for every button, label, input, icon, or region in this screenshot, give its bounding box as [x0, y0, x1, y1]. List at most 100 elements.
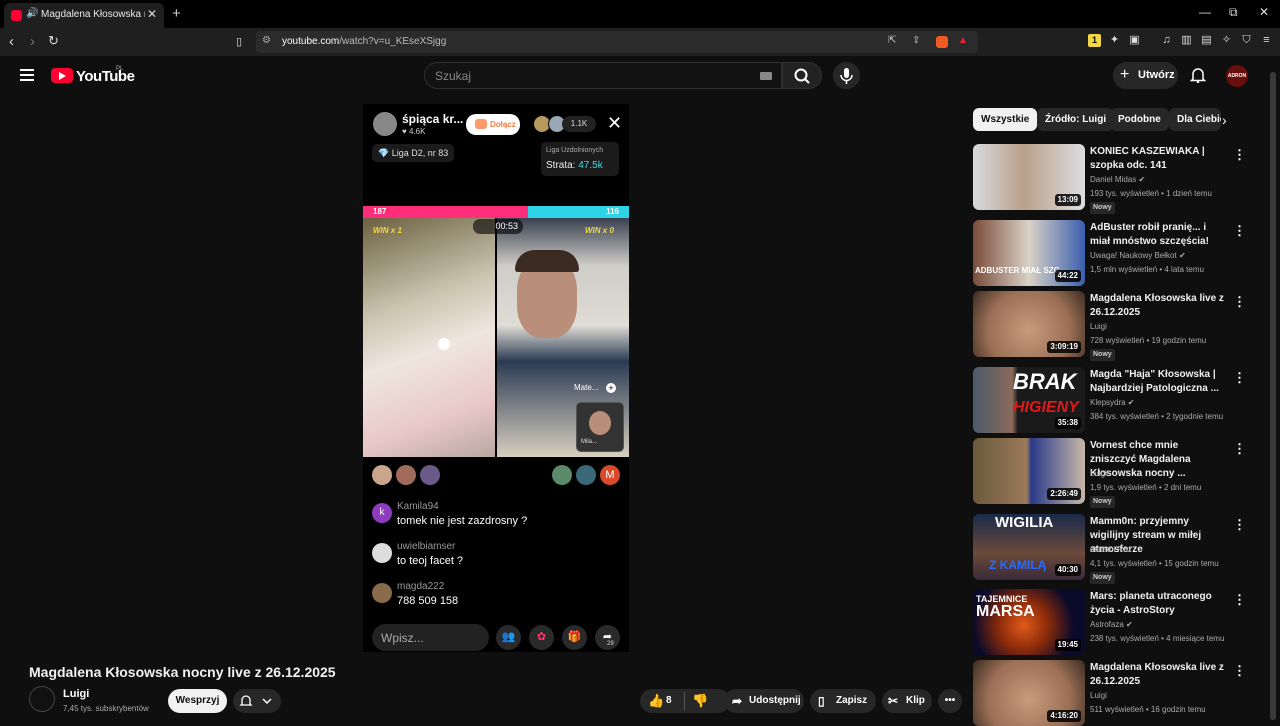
browser-tab[interactable]: 🔊 Magdalena Kłosowska nocny ✕: [4, 3, 164, 28]
chat-avatar: [372, 543, 392, 563]
create-button[interactable]: + Utwórz: [1113, 62, 1178, 89]
rec-title: AdBuster robił pranię... i miał mnóstwo …: [1090, 222, 1209, 247]
keyboard-icon[interactable]: [760, 72, 772, 80]
new-tab-button[interactable]: +: [172, 5, 181, 22]
recommendation-item[interactable]: 2:26:49 Vornest chce mnie zniszczyć Magd…: [973, 438, 1253, 508]
more-vert-icon[interactable]: ⋮: [1233, 223, 1246, 239]
notifications-bell-icon[interactable]: [1190, 67, 1206, 83]
battle-score-bar: 187 116: [363, 206, 629, 218]
new-badge: Nowy: [1090, 349, 1115, 361]
support-button[interactable]: Wesprzyj: [168, 689, 227, 713]
guests-icon: 👥: [496, 625, 521, 650]
more-actions-button[interactable]: •••: [938, 689, 962, 713]
rec-meta: 511 wyświetleń • 16 godzin temu: [1090, 705, 1206, 714]
chip-all[interactable]: Wszystkie: [973, 108, 1038, 131]
search-input[interactable]: Szukaj: [424, 62, 782, 89]
bookmark-icon[interactable]: ▯: [236, 35, 242, 48]
channel-name[interactable]: Luigi: [63, 688, 89, 700]
close-tab-icon[interactable]: ✕: [147, 7, 157, 21]
vpn-icon[interactable]: ⛉: [1240, 34, 1253, 47]
site-info-icon[interactable]: ⚙: [262, 35, 271, 46]
reload-icon[interactable]: ↻: [48, 33, 59, 49]
youtube-header: YouTube PL Szukaj + Utwórz ADRON: [0, 56, 1280, 96]
minimize-button[interactable]: —: [1199, 5, 1211, 19]
brave-shields-icon[interactable]: [936, 36, 948, 48]
extension-box-icon[interactable]: ▣: [1128, 34, 1141, 47]
share-count: 29: [607, 641, 614, 647]
more-vert-icon[interactable]: ⋮: [1233, 370, 1246, 386]
chat-input: Wpisz...: [372, 624, 489, 651]
subscription-bell-button[interactable]: [233, 689, 281, 713]
more-vert-icon[interactable]: ⋮: [1233, 441, 1246, 457]
extension-1-icon[interactable]: 1: [1088, 34, 1101, 47]
recommendation-item[interactable]: WIGILIA Z KAMILĄ 40:30 Mamm0n: przyjemny…: [973, 514, 1253, 584]
chip-source[interactable]: Źródło: Luigi: [1037, 108, 1115, 131]
page-scrollbar[interactable]: [1270, 72, 1276, 720]
strata-title: Liga Uzdolnionych: [546, 147, 604, 154]
rec-meta: 1,5 mln wyświetleń • 4 lata temu: [1090, 265, 1204, 274]
pip-face: [589, 411, 611, 435]
chevron-right-icon[interactable]: ›: [1222, 112, 1227, 128]
guest-hair: [515, 250, 579, 272]
close-window-button[interactable]: ✕: [1259, 5, 1269, 19]
thumbnail: ADBUSTER MIAŁ SZC 44:22: [973, 220, 1085, 286]
more-vert-icon[interactable]: ⋮: [1233, 517, 1246, 533]
more-vert-icon[interactable]: ⋮: [1233, 294, 1246, 310]
join-label: Dołącz: [490, 120, 516, 129]
music-icon[interactable]: ♫: [1160, 34, 1173, 47]
more-vert-icon[interactable]: ⋮: [1233, 147, 1246, 163]
video-player[interactable]: śpiąca kr... ♥ 4.6K Dołącz 1.1K ✕ 💎 Liga…: [363, 104, 629, 652]
forward-icon[interactable]: ›: [30, 33, 35, 50]
wallet-icon[interactable]: ▤: [1200, 34, 1213, 47]
chip-similar[interactable]: Podobne: [1110, 108, 1169, 131]
dislike-icon[interactable]: 👎: [692, 689, 708, 713]
bell-chevron-icon: [239, 695, 272, 706]
youtube-logo-text[interactable]: YouTube: [76, 68, 135, 85]
back-icon[interactable]: ‹: [9, 33, 14, 50]
like-icon[interactable]: 👍: [648, 689, 664, 713]
chat-username: magda222: [397, 581, 445, 592]
open-in-app-icon[interactable]: ⇱: [888, 35, 896, 46]
join-icon: [475, 119, 487, 129]
thumb-text: Z KAMILĄ: [989, 558, 1047, 572]
account-avatar[interactable]: ADRON: [1226, 65, 1248, 87]
thumbnail: 13:09: [973, 144, 1085, 210]
recommendation-item[interactable]: ADBUSTER MIAŁ SZC 44:22 AdBuster robił p…: [973, 220, 1253, 286]
extensions-puzzle-icon[interactable]: ✦: [1108, 34, 1121, 47]
recommendation-item[interactable]: TAJEMNICE MARSA 19:45 Mars: planeta utra…: [973, 589, 1253, 655]
guide-menu-icon[interactable]: [20, 69, 34, 81]
search-button[interactable]: [782, 62, 822, 89]
youtube-logo-icon[interactable]: [51, 68, 73, 83]
strata-value: 47.5k: [578, 160, 603, 171]
maximize-button[interactable]: ⧉: [1229, 5, 1238, 20]
recommendation-item[interactable]: 4:16:20 Magdalena Kłosowska live z 26.12…: [973, 660, 1253, 726]
channel-avatar[interactable]: [29, 686, 55, 712]
brave-rewards-icon[interactable]: ▲: [958, 35, 968, 46]
save-button[interactable]: ▯ Zapisz: [810, 689, 876, 713]
speaker-icon[interactable]: 🔊: [26, 8, 38, 19]
join-button: Dołącz: [466, 114, 520, 135]
recommendation-item[interactable]: 3:09:19 Magdalena Kłosowska live z 26.12…: [973, 291, 1253, 361]
voice-search-button[interactable]: [833, 62, 860, 89]
leo-ai-icon[interactable]: ✧: [1220, 34, 1233, 47]
more-vert-icon[interactable]: ⋮: [1233, 592, 1246, 608]
recommendation-item[interactable]: BRAK HIGIENY 35:38 Magda "Haja" Kłosowsk…: [973, 367, 1253, 433]
win-left: WIN x 1: [373, 226, 402, 235]
thumb-text: WIGILIA: [995, 514, 1054, 531]
follow-plus-icon: +: [606, 383, 616, 393]
chat-text: 788 509 158: [397, 595, 459, 607]
scissors-icon: ✂: [888, 694, 899, 708]
win-right: WIN x 0: [585, 226, 614, 235]
clip-button[interactable]: ✂ Klip: [882, 689, 932, 713]
chip-for-you[interactable]: Dla Ciebie: [1169, 108, 1221, 131]
thumbnail: 3:09:19: [973, 291, 1085, 357]
share-icon[interactable]: ⇪: [912, 35, 920, 46]
recommendation-item[interactable]: 13:09 KONIEC KASZEWIAKA | szopka odc. 14…: [973, 144, 1253, 214]
sidebar-icon[interactable]: ▥: [1180, 34, 1193, 47]
share-button[interactable]: ➦ Udostępnij: [724, 689, 804, 713]
address-bar[interactable]: ⚙ youtube.com/watch?v=u_KEseXSjgg ⇱ ⇪ ▲: [256, 31, 978, 53]
rec-channel: Astrofaza ✔: [1090, 620, 1133, 629]
guest-name: Mate...: [574, 383, 599, 392]
more-vert-icon[interactable]: ⋮: [1233, 663, 1246, 679]
menu-icon[interactable]: ≡: [1260, 34, 1273, 47]
